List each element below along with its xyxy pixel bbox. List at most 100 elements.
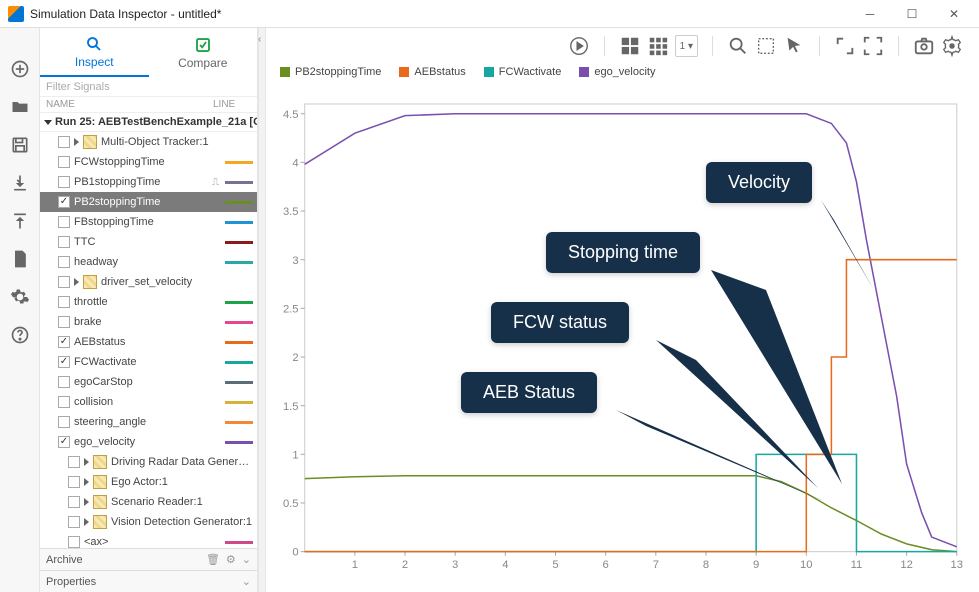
cursor-button[interactable] bbox=[783, 35, 805, 57]
line-swatch bbox=[225, 161, 253, 164]
signal-row[interactable]: brake bbox=[40, 312, 257, 332]
search-input[interactable]: Filter Signals bbox=[40, 78, 257, 97]
expand-icon[interactable] bbox=[84, 458, 89, 466]
settings-button[interactable] bbox=[7, 284, 33, 310]
signal-label: driver_set_velocity bbox=[101, 276, 253, 288]
run-label: Run 25: AEBTestBenchExample_21a [Curre..… bbox=[55, 116, 257, 128]
signal-checkbox[interactable] bbox=[58, 276, 70, 288]
signal-label: brake bbox=[74, 316, 221, 328]
signal-row[interactable]: Multi-Object Tracker:1 bbox=[40, 132, 257, 152]
signal-row[interactable]: ego_velocity bbox=[40, 432, 257, 452]
maximize-button[interactable]: ☐ bbox=[895, 4, 929, 24]
signal-row[interactable]: AEBstatus bbox=[40, 332, 257, 352]
signal-checkbox[interactable] bbox=[58, 416, 70, 428]
svg-text:13: 13 bbox=[951, 559, 964, 571]
legend-swatch-icon bbox=[579, 67, 589, 77]
signal-checkbox[interactable] bbox=[58, 376, 70, 388]
line-swatch bbox=[225, 321, 253, 324]
signal-row[interactable]: Scenario Reader:1 bbox=[40, 492, 257, 512]
svg-text:1: 1 bbox=[352, 559, 358, 571]
expand-icon[interactable] bbox=[84, 498, 89, 506]
new-doc-button[interactable] bbox=[7, 246, 33, 272]
gear-icon[interactable]: ⚙ bbox=[226, 553, 236, 566]
fit-button[interactable] bbox=[755, 35, 777, 57]
signal-row[interactable]: FCWstoppingTime bbox=[40, 152, 257, 172]
signal-row[interactable]: collision bbox=[40, 392, 257, 412]
signal-row[interactable]: steering_angle bbox=[40, 412, 257, 432]
signal-checkbox[interactable] bbox=[58, 296, 70, 308]
signal-checkbox[interactable] bbox=[58, 236, 70, 248]
line-swatch bbox=[225, 421, 253, 424]
signal-row[interactable]: FBstoppingTime bbox=[40, 212, 257, 232]
svg-text:2.5: 2.5 bbox=[283, 303, 299, 315]
open-button[interactable] bbox=[7, 94, 33, 120]
signal-list: Multi-Object Tracker:1FCWstoppingTimePB1… bbox=[40, 132, 257, 548]
signal-checkbox[interactable] bbox=[58, 216, 70, 228]
run-header[interactable]: Run 25: AEBTestBenchExample_21a [Curre..… bbox=[40, 113, 257, 132]
properties-label: Properties bbox=[46, 576, 96, 588]
signal-checkbox[interactable] bbox=[58, 336, 70, 348]
signal-label: FBstoppingTime bbox=[74, 216, 221, 228]
signal-checkbox[interactable] bbox=[58, 356, 70, 368]
signal-row[interactable]: throttle bbox=[40, 292, 257, 312]
legend-swatch-icon bbox=[399, 67, 409, 77]
signal-checkbox[interactable] bbox=[58, 436, 70, 448]
export-button[interactable] bbox=[7, 208, 33, 234]
svg-text:12: 12 bbox=[900, 559, 913, 571]
save-button[interactable] bbox=[7, 132, 33, 158]
properties-panel-header[interactable]: Properties ⌄ bbox=[40, 570, 257, 592]
layout-page-button[interactable]: 1 ▾ bbox=[675, 35, 698, 57]
plot-settings-button[interactable] bbox=[941, 35, 963, 57]
collapse-strip[interactable]: ‹ bbox=[258, 28, 266, 592]
signal-checkbox[interactable] bbox=[58, 316, 70, 328]
signal-checkbox[interactable] bbox=[68, 496, 80, 508]
signal-row[interactable]: <ax> bbox=[40, 532, 257, 548]
chart-toolbar: 1 ▾ bbox=[266, 28, 979, 64]
signal-label: AEBstatus bbox=[74, 336, 221, 348]
minimize-button[interactable]: ─ bbox=[853, 4, 887, 24]
expand-icon[interactable] bbox=[84, 518, 89, 526]
signal-row[interactable]: driver_set_velocity bbox=[40, 272, 257, 292]
signal-checkbox[interactable] bbox=[58, 256, 70, 268]
play-button[interactable] bbox=[568, 35, 590, 57]
signal-row[interactable]: FCWactivate bbox=[40, 352, 257, 372]
layout-3x3-button[interactable] bbox=[647, 35, 669, 57]
close-button[interactable]: ✕ bbox=[937, 4, 971, 24]
signal-checkbox[interactable] bbox=[58, 176, 70, 188]
signal-checkbox[interactable] bbox=[58, 396, 70, 408]
tab-inspect[interactable]: Inspect bbox=[40, 29, 149, 77]
signal-row[interactable]: Ego Actor:1 bbox=[40, 472, 257, 492]
signal-row[interactable]: headway bbox=[40, 252, 257, 272]
signal-checkbox[interactable] bbox=[68, 456, 80, 468]
signal-checkbox[interactable] bbox=[58, 136, 70, 148]
fullscreen-button[interactable] bbox=[862, 35, 884, 57]
signal-checkbox[interactable] bbox=[58, 196, 70, 208]
expand-icon[interactable] bbox=[74, 278, 79, 286]
signal-checkbox[interactable] bbox=[58, 156, 70, 168]
expand-icon[interactable] bbox=[84, 478, 89, 486]
snapshot-button[interactable] bbox=[913, 35, 935, 57]
signal-checkbox[interactable] bbox=[68, 476, 80, 488]
signal-row[interactable]: PB2stoppingTime bbox=[40, 192, 257, 212]
title-bar: Simulation Data Inspector - untitled* ─ … bbox=[0, 0, 979, 28]
signal-checkbox[interactable] bbox=[68, 536, 80, 548]
help-button[interactable] bbox=[7, 322, 33, 348]
add-run-button[interactable] bbox=[7, 56, 33, 82]
signal-row[interactable]: Vision Detection Generator:1 bbox=[40, 512, 257, 532]
expand-view-button[interactable] bbox=[834, 35, 856, 57]
signal-row[interactable]: TTC bbox=[40, 232, 257, 252]
zoom-button[interactable] bbox=[727, 35, 749, 57]
tab-compare[interactable]: Compare bbox=[149, 30, 258, 76]
expand-icon[interactable] bbox=[74, 138, 79, 146]
import-button[interactable] bbox=[7, 170, 33, 196]
layout-2x2-button[interactable] bbox=[619, 35, 641, 57]
chart-area[interactable]: 00.511.522.533.544.512345678910111213 Ve… bbox=[266, 82, 979, 592]
legend-label: FCWactivate bbox=[499, 66, 562, 78]
main-panel: 1 ▾ PB2stoppingTimeAEBstatusFCWactivatee… bbox=[266, 28, 979, 592]
signal-row[interactable]: Driving Radar Data Generator:1 bbox=[40, 452, 257, 472]
signal-checkbox[interactable] bbox=[68, 516, 80, 528]
trash-icon[interactable]: 🗑 bbox=[206, 553, 220, 566]
signal-row[interactable]: PB1stoppingTime⎍ bbox=[40, 172, 257, 192]
signal-row[interactable]: egoCarStop bbox=[40, 372, 257, 392]
archive-panel-header[interactable]: Archive 🗑 ⚙ ⌄ bbox=[40, 548, 257, 570]
